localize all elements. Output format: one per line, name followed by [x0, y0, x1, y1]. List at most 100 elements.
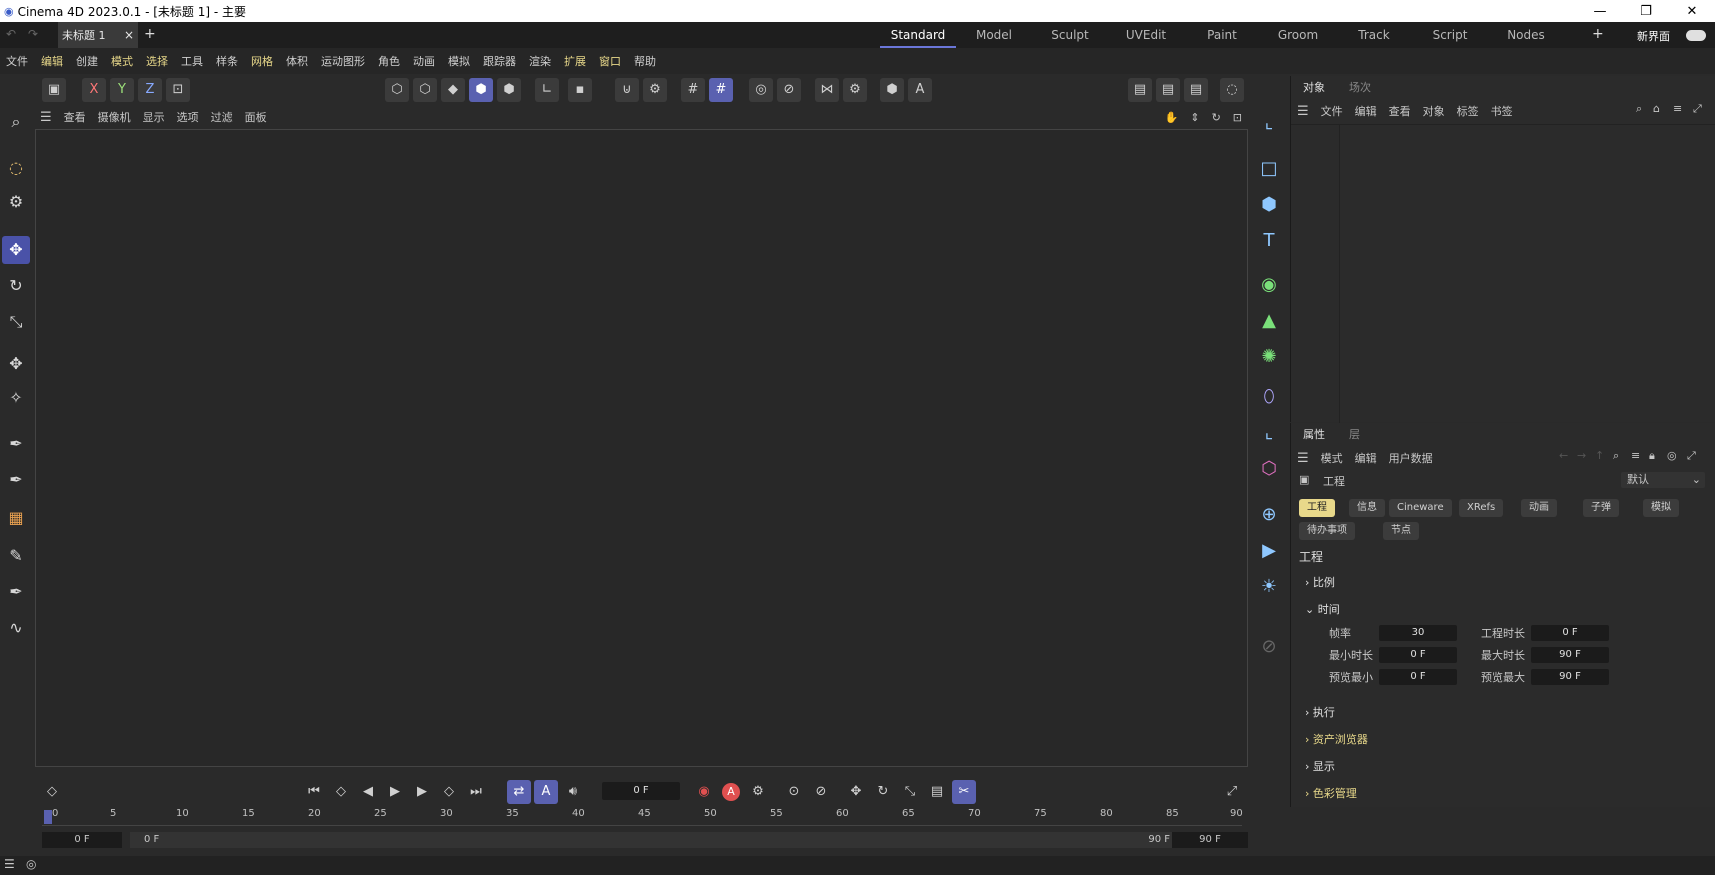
axis-y-button[interactable]: Y — [110, 78, 134, 102]
symmetry-settings-icon[interactable]: ⚙ — [843, 78, 867, 102]
keyframe-icon[interactable]: ◇ — [40, 780, 64, 804]
render-view-icon[interactable]: ▤ — [1128, 78, 1152, 102]
attr-search-icon[interactable]: ⌕ — [1613, 449, 1619, 463]
smooth-icon[interactable]: ∿ — [2, 614, 30, 642]
timeline-graph-icon[interactable]: ⤢ — [1220, 780, 1244, 804]
world-icon[interactable]: ◌ — [1220, 78, 1244, 102]
viewport-zoom-icon[interactable]: ⇕ — [1190, 111, 1199, 124]
rotate-icon[interactable]: ↻ — [2, 272, 30, 300]
spread-icon[interactable]: ✧ — [2, 384, 30, 412]
key-blend-icon[interactable]: ⊘ — [809, 780, 833, 804]
group-execution[interactable]: › 执行 — [1305, 704, 1335, 720]
3d-viewport[interactable] — [35, 129, 1248, 767]
layout-tab-sculpt[interactable]: Sculpt — [1032, 22, 1108, 48]
move-icon[interactable]: ✥ — [2, 236, 30, 264]
object-search-icon[interactable]: ⌕ — [1636, 102, 1642, 116]
menu-file[interactable]: 文件 — [6, 53, 28, 69]
field-icon[interactable]: ⌞ — [1254, 418, 1284, 448]
attr-menu-edit[interactable]: 编辑 — [1355, 450, 1377, 466]
add-layout-button[interactable]: + — [1592, 26, 1604, 42]
spline-rectangle-icon[interactable]: □ — [1254, 154, 1284, 184]
new-document-button[interactable]: + — [144, 26, 156, 42]
cloner-icon[interactable]: ▲ — [1254, 306, 1284, 336]
model-mode-icon[interactable]: ⬢ — [469, 78, 493, 102]
goto-end-icon[interactable]: ⏭ — [464, 780, 488, 804]
range-end-field[interactable]: 90 F — [1172, 832, 1248, 848]
brush-icon[interactable]: ✎ — [2, 542, 30, 570]
undo-icon[interactable]: ↶ — [6, 27, 16, 41]
play-icon[interactable]: ▶ — [383, 780, 407, 804]
attr-filter-icon[interactable]: ≡ — [1631, 449, 1640, 462]
attr-back-icon[interactable]: ← — [1559, 449, 1568, 462]
tab-takes[interactable]: 场次 — [1337, 76, 1383, 100]
menu-simulate[interactable]: 模拟 — [448, 53, 470, 69]
camera-object-icon[interactable]: ▶ — [1254, 536, 1284, 566]
project-length-field[interactable]: 0 F — [1531, 625, 1609, 641]
prev-frame-icon[interactable]: ◀ — [356, 780, 380, 804]
viewport-menu-view[interactable]: 查看 — [64, 109, 86, 125]
next-key-icon[interactable]: ◇ — [437, 780, 461, 804]
close-button[interactable]: ✕ — [1669, 4, 1715, 19]
key-position-icon[interactable]: ✥ — [844, 780, 868, 804]
deformer-icon[interactable]: ⬯ — [1254, 382, 1284, 412]
key-rotation-icon[interactable]: ↻ — [871, 780, 895, 804]
axis-z-button[interactable]: Z — [138, 78, 162, 102]
menu-spline[interactable]: 样条 — [216, 53, 238, 69]
goto-start-icon[interactable]: ⏮ — [302, 780, 326, 804]
key-scale-icon[interactable]: ⤡ — [898, 780, 922, 804]
menu-mesh[interactable]: 网格 — [251, 53, 273, 69]
solo-icon[interactable]: ▪ — [568, 78, 592, 102]
tab-objects[interactable]: 对象 — [1291, 76, 1337, 100]
group-scale[interactable]: › 比例 — [1305, 574, 1335, 590]
menu-edit[interactable]: 编辑 — [41, 53, 63, 69]
object-home-icon[interactable]: ⌂ — [1653, 102, 1660, 115]
layout-tab-paint[interactable]: Paint — [1184, 22, 1260, 48]
menu-tracker[interactable]: 跟踪器 — [483, 53, 516, 69]
layout-tab-uvedit[interactable]: UVEdit — [1108, 22, 1184, 48]
viewport-menu-icon[interactable]: ☰ — [40, 110, 52, 125]
cube-icon[interactable]: ⬢ — [1254, 190, 1284, 220]
polygons-mode-icon[interactable]: ◆ — [441, 78, 465, 102]
record-icon[interactable]: ◉ — [692, 780, 716, 804]
next-frame-icon[interactable]: ▶ — [410, 780, 434, 804]
loop-icon[interactable]: ⇄ — [507, 780, 531, 804]
object-mode-icon[interactable]: ⬢ — [497, 78, 521, 102]
interactive-render-icon[interactable]: ⊘ — [777, 78, 801, 102]
chip-cineware[interactable]: Cineware — [1389, 499, 1452, 517]
document-tab-close-icon[interactable]: × — [124, 28, 134, 42]
fps-field[interactable]: 30 — [1379, 625, 1457, 641]
object-menu-tags[interactable]: 标签 — [1457, 103, 1479, 119]
chip-simulation[interactable]: 模拟 — [1643, 499, 1679, 517]
viewport-maximize-icon[interactable]: ⊡ — [1233, 111, 1242, 124]
chip-todo[interactable]: 待办事项 — [1299, 522, 1355, 540]
attr-forward-icon[interactable]: → — [1577, 449, 1586, 462]
preview-max-field[interactable]: 90 F — [1531, 669, 1609, 685]
key-settings-icon[interactable]: ⚙ — [746, 780, 770, 804]
object-menu-bookmarks[interactable]: 书签 — [1491, 103, 1513, 119]
attr-target-icon[interactable]: ◎ — [1667, 449, 1677, 462]
scale-icon[interactable]: ⤡ — [2, 308, 30, 336]
chip-project[interactable]: 工程 — [1299, 499, 1335, 517]
layout-tab-standard[interactable]: Standard — [880, 22, 956, 48]
snap-magnet-icon[interactable]: ⊍ — [615, 78, 639, 102]
pen-icon[interactable]: ✒ — [2, 430, 30, 458]
transfer-icon[interactable]: ✥ — [2, 350, 30, 378]
group-color-management[interactable]: › 色彩管理 — [1305, 785, 1357, 801]
object-menu-edit[interactable]: 编辑 — [1355, 103, 1377, 119]
viewport-menu-filter[interactable]: 过滤 — [211, 109, 233, 125]
chip-animation[interactable]: 动画 — [1521, 499, 1557, 517]
chip-xrefs[interactable]: XRefs — [1459, 499, 1504, 517]
attr-menu-mode[interactable]: 模式 — [1321, 450, 1343, 466]
auto-icon[interactable]: A — [534, 780, 558, 804]
light-icon[interactable]: ☀ — [1254, 572, 1284, 602]
spline-pen-icon[interactable]: ✒ — [2, 466, 30, 494]
object-menu-object[interactable]: 对象 — [1423, 103, 1445, 119]
knife-icon[interactable]: ✒ — [2, 578, 30, 606]
effector-icon[interactable]: ✺ — [1254, 342, 1284, 372]
chip-info[interactable]: 信息 — [1349, 499, 1385, 517]
attr-lock-icon[interactable]: 🔒︎ — [1649, 449, 1655, 463]
menu-help[interactable]: 帮助 — [634, 53, 656, 69]
workplane-icon[interactable]: ∟ — [535, 78, 559, 102]
autokey-icon[interactable]: A — [908, 78, 932, 102]
environment-icon[interactable]: ⊕ — [1254, 500, 1284, 530]
